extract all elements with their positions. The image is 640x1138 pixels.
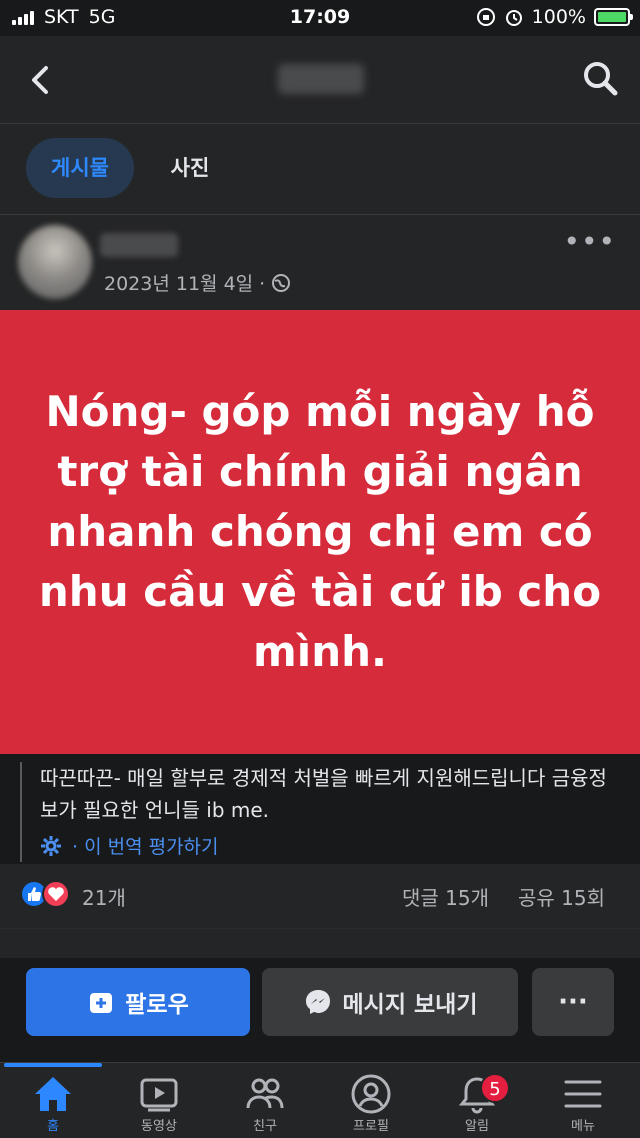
follow-label: 팔로우 (125, 992, 189, 1018)
tab-friends-label: 친구 (253, 1119, 277, 1134)
tab-menu[interactable]: 메뉴 (530, 1071, 636, 1134)
tab-video-label: 동영상 (141, 1119, 177, 1134)
share-count[interactable]: 공유 15회 (518, 882, 605, 911)
rate-translation-label: · 이 번역 평가하기 (72, 836, 219, 858)
more-actions-button[interactable]: ··· (532, 968, 614, 1036)
post-caption: 따끈따끈- 매일 할부로 경제적 처벌을 빠르게 지원해드립니다 금융정보가 필… (40, 766, 607, 822)
post-header: 2023년 11월 4일 · ••• (0, 214, 640, 310)
tab-profile-label: 프로필 (353, 1119, 389, 1134)
gear-icon (41, 835, 61, 856)
friends-icon (246, 1078, 284, 1109)
send-message-button[interactable]: 메시지 보내기 (262, 968, 518, 1036)
tab-menu-label: 메뉴 (571, 1119, 595, 1134)
search-icon[interactable] (580, 58, 620, 98)
author-name-blurred[interactable] (100, 233, 178, 257)
avatar[interactable] (18, 225, 92, 299)
page-title-blurred (278, 64, 364, 94)
home-icon (35, 1077, 71, 1111)
tab-notifications-label: 알림 (465, 1119, 489, 1134)
video-icon (140, 1078, 178, 1112)
comment-count[interactable]: 댓글 15개 (402, 882, 489, 911)
follow-icon (90, 993, 113, 1013)
profile-icon (351, 1074, 391, 1114)
send-message-label: 메시지 보내기 (342, 992, 478, 1018)
back-arrow-icon[interactable] (22, 58, 62, 102)
tab-posts[interactable]: 게시물 (26, 138, 134, 198)
alarm-icon (505, 10, 522, 26)
battery-percent: 100% (531, 6, 586, 28)
rate-translation-link[interactable]: · 이 번역 평가하기 (40, 832, 219, 859)
caption-divider (20, 762, 22, 862)
post-date: 2023년 11월 4일 · (104, 273, 266, 295)
top-nav-bar (0, 36, 640, 124)
orientation-lock-icon (476, 8, 495, 26)
post-banner: Nóng- góp mỗi ngày hỗ trợ tài chính giải… (0, 310, 640, 754)
status-bar: SKT 5G 17:09 100% (0, 0, 640, 36)
tab-home[interactable]: 홈 (0, 1071, 106, 1134)
post-caption-block: 따끈따끈- 매일 할부로 경제적 처벌을 빠르게 지원해드립니다 금융정보가 필… (0, 754, 640, 864)
banner-text: Nóng- góp mỗi ngày hỗ trợ tài chính giải… (38, 387, 602, 676)
notification-badge: 5 (480, 1073, 510, 1103)
love-icon (42, 880, 70, 908)
post-meta: 2023년 11월 4일 · (104, 269, 291, 296)
reactions-bar: 21개 댓글 15개 공유 15회 (0, 864, 640, 928)
tab-home-label: 홈 (47, 1119, 59, 1134)
active-tab-indicator (4, 1063, 102, 1067)
more-options-icon[interactable]: ••• (563, 228, 616, 256)
battery-icon (594, 8, 633, 26)
tab-friends[interactable]: 친구 (212, 1071, 318, 1134)
tab-profile[interactable]: 프로필 (318, 1071, 424, 1134)
tab-photos[interactable]: 사진 (150, 138, 230, 198)
tab-notifications[interactable]: 5 알림 (424, 1071, 530, 1134)
reaction-count[interactable]: 21개 (82, 882, 126, 911)
reaction-icons[interactable] (20, 880, 76, 910)
bottom-tab-bar: 홈 동영상 친구 프로필 5 알림 메뉴 (0, 1062, 640, 1138)
messenger-icon (305, 990, 330, 1014)
status-right: 100% (476, 6, 633, 28)
menu-icon (564, 1080, 602, 1108)
profile-action-bar: 팔로우 메시지 보내기 ··· (0, 958, 640, 1062)
follow-button[interactable]: 팔로우 (26, 968, 250, 1036)
profile-tabs: 게시물 사진 (0, 124, 640, 214)
tab-video[interactable]: 동영상 (106, 1071, 212, 1134)
globe-icon (272, 273, 291, 292)
